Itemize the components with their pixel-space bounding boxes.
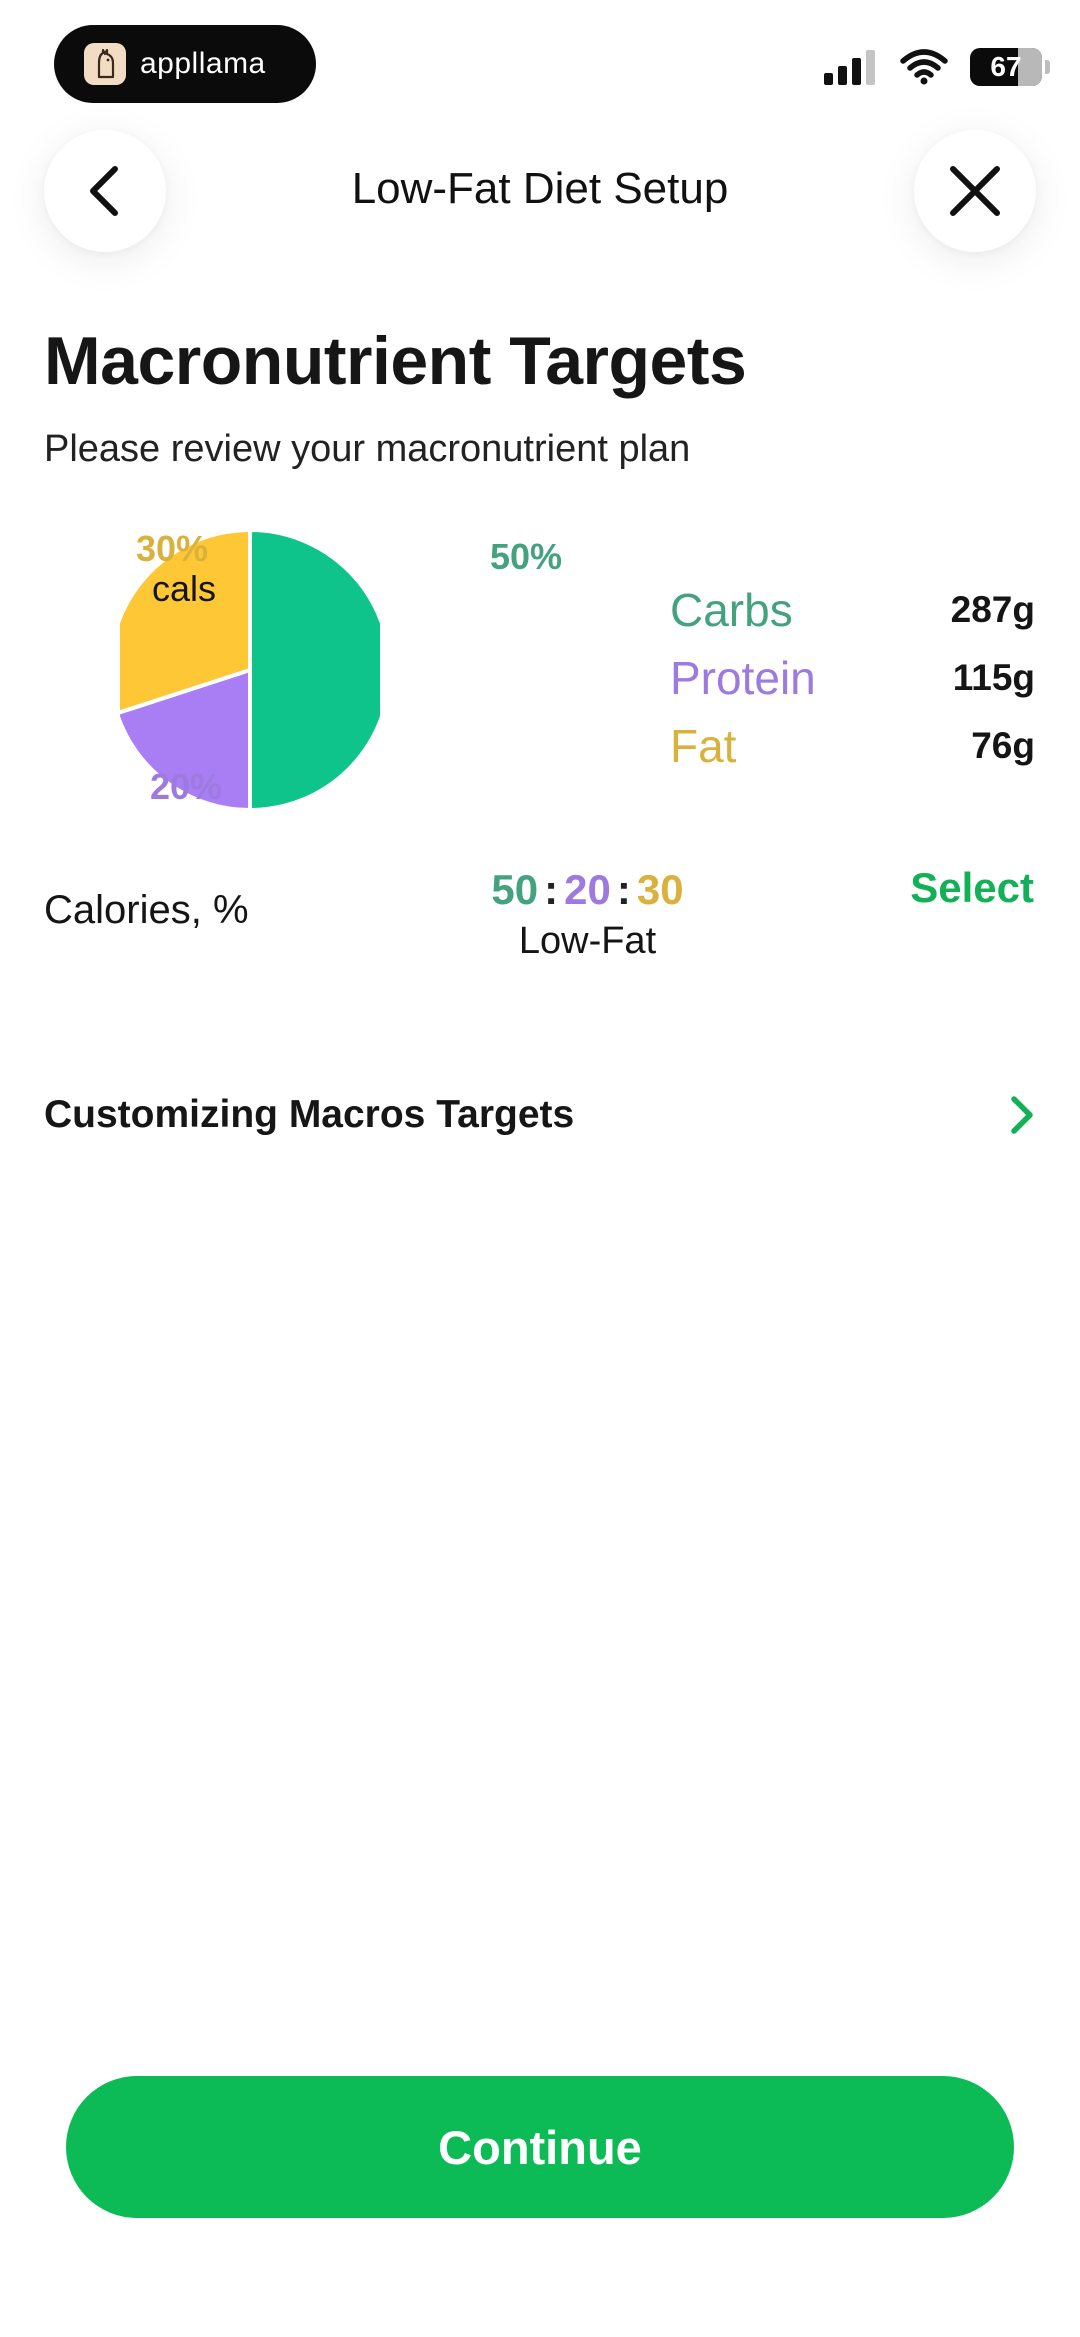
ratio-separator: : <box>544 866 559 913</box>
diet-plan-name: Low-Fat <box>518 920 657 962</box>
macro-value: 115g <box>952 657 1035 698</box>
llama-logo-icon <box>84 43 126 85</box>
macro-name: Carbs <box>670 584 793 636</box>
macro-row-fat: Fat 76g <box>670 712 1035 780</box>
calories-label: Calories, % <box>44 888 249 932</box>
customize-macros-row[interactable]: Customizing Macros Targets <box>44 1080 1036 1150</box>
close-button[interactable] <box>914 130 1036 252</box>
macro-value: 287g <box>950 589 1035 630</box>
macro-row-carbs: Carbs 287g <box>670 576 1035 644</box>
screen: appllama 67 Low-Fat Diet Setup Macronutr… <box>0 0 1080 2337</box>
macro-name: Protein <box>670 652 816 704</box>
wifi-icon <box>900 49 948 85</box>
battery-icon: 67 <box>970 48 1050 86</box>
ratio-carbs: 50 <box>491 866 539 913</box>
pie-slice-carbs <box>248 527 380 813</box>
macro-list: Carbs 287g Protein 115g Fat 76g <box>670 576 1035 780</box>
page-title: Macronutrient Targets <box>44 323 747 399</box>
chevron-right-icon <box>1011 1096 1033 1134</box>
select-button[interactable]: Select <box>910 864 1034 912</box>
brand-name: appllama <box>140 47 266 80</box>
macro-row-protein: Protein 115g <box>670 644 1035 712</box>
status-icons: 67 <box>822 48 1050 86</box>
pie-label-protein: 20% <box>150 766 223 807</box>
ratio-protein: 20 <box>564 866 611 913</box>
ratio-fat: 30 <box>636 866 684 913</box>
close-icon <box>950 166 1000 216</box>
battery-level: 67 <box>990 51 1022 82</box>
macro-ratio: 50:20:30 Low-Fat <box>420 866 755 963</box>
status-bar: appllama 67 <box>0 0 1080 130</box>
brand-pill: appllama <box>54 25 316 103</box>
continue-button[interactable]: Continue <box>66 2076 1014 2218</box>
pie-unit-label: cals <box>152 568 217 609</box>
customize-macros-label: Customizing Macros Targets <box>44 1093 575 1136</box>
header: Low-Fat Diet Setup <box>0 130 1080 260</box>
page-subtitle: Please review your macronutrient plan <box>44 428 691 470</box>
macro-value: 76g <box>971 725 1035 766</box>
pie-label-fat: 30% <box>136 528 209 569</box>
ratio-separator: : <box>616 866 631 913</box>
pie-label-carbs: 50% <box>490 536 563 577</box>
macro-name: Fat <box>670 720 737 772</box>
cellular-signal-icon <box>824 50 875 85</box>
